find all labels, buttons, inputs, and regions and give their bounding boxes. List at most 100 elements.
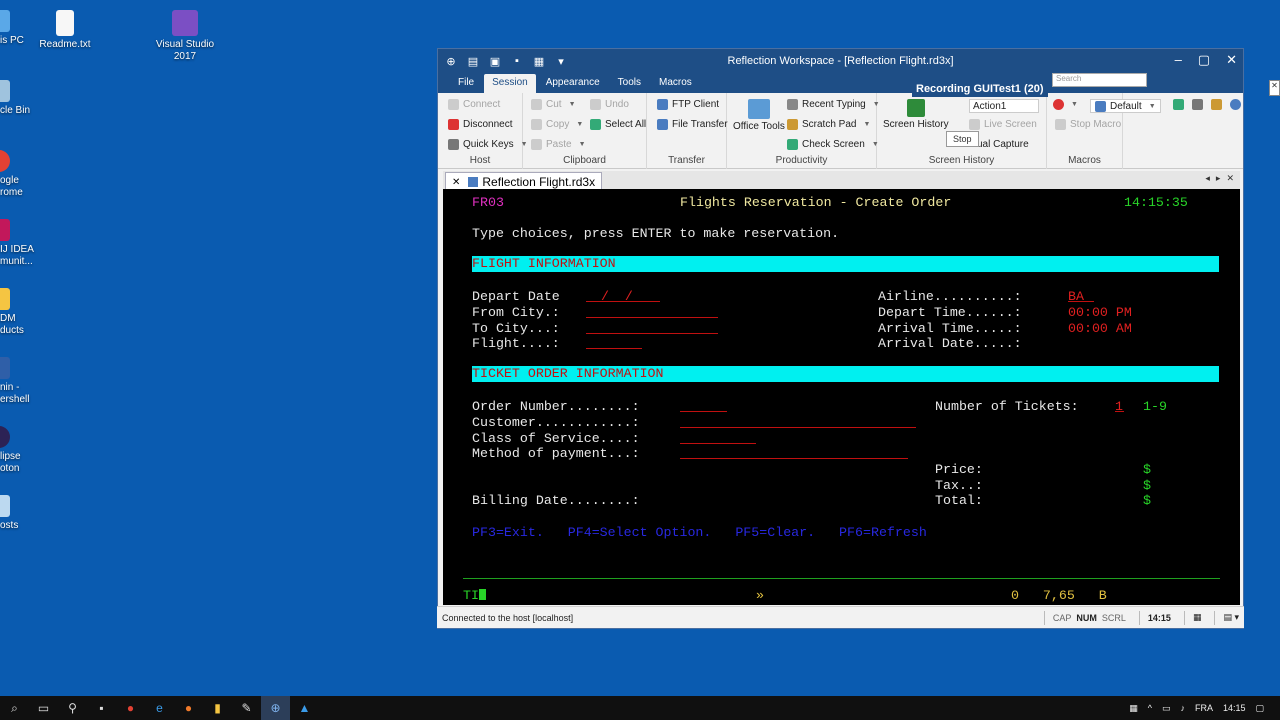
- disconnect-icon: [448, 119, 459, 130]
- search-input[interactable]: Search: [1052, 73, 1147, 87]
- macro-record-icon-button[interactable]: ▼: [1053, 99, 1078, 110]
- help-icon[interactable]: [1230, 99, 1241, 110]
- console-icon[interactable]: ▪: [87, 696, 116, 720]
- connect-button[interactable]: Connect: [448, 99, 500, 110]
- copy-button[interactable]: Copy ▼: [531, 119, 583, 130]
- file-explorer-icon[interactable]: ▮: [203, 696, 232, 720]
- network-search-icon[interactable]: ⚲: [58, 696, 87, 720]
- tray-volume-icon[interactable]: ♪: [1180, 703, 1185, 713]
- ribbon: Connect Disconnect Quick Keys ▼ Host Cut ▼…: [438, 93, 1243, 169]
- cut-button[interactable]: Cut ▼: [531, 99, 576, 110]
- desktop-icon-intellij[interactable]: IJ IDEA munit...: [0, 219, 38, 268]
- undo-button[interactable]: Undo: [590, 99, 629, 110]
- keyboard-map-icon[interactable]: ▦: [1193, 612, 1202, 623]
- customize-icon[interactable]: ▾: [554, 55, 568, 68]
- close-button[interactable]: ✕: [1226, 52, 1237, 68]
- scrl-indicator: SCRL: [1101, 612, 1126, 623]
- layout-icon[interactable]: ▤ ▾: [1223, 612, 1239, 623]
- order-number-field[interactable]: [680, 411, 727, 412]
- desktop-icon-readme[interactable]: Readme.txt: [30, 10, 100, 51]
- screen-history-button[interactable]: Screen History: [883, 99, 949, 130]
- default-dropdown[interactable]: Default ▼: [1090, 99, 1161, 113]
- maximize-button[interactable]: ▢: [1198, 52, 1210, 68]
- task-view-icon[interactable]: ▭: [29, 696, 58, 720]
- flight-field[interactable]: [586, 348, 642, 349]
- desktop-icon-hosts[interactable]: osts: [0, 495, 38, 532]
- stop-tooltip: Stop: [946, 131, 979, 147]
- tray-keyboard-icon[interactable]: ▦: [1129, 703, 1138, 714]
- stop-macro-button[interactable]: Stop Macro: [1055, 119, 1121, 130]
- instruction-text: Type choices, press ENTER to make reserv…: [472, 226, 840, 241]
- search-icon[interactable]: ⌕: [0, 696, 29, 720]
- keyboard-icon: [448, 139, 459, 150]
- file-transfer-button[interactable]: File Transfer: [657, 119, 728, 130]
- desktop-icon-recycle-bin[interactable]: cle Bin: [0, 80, 38, 117]
- notifications-icon[interactable]: ▢: [1255, 703, 1264, 714]
- flight-label: Flight....:: [472, 336, 560, 351]
- tab-tools[interactable]: Tools: [610, 74, 649, 93]
- manual-capture-button[interactable]: ual Capture: [977, 139, 1029, 150]
- quick-keys-button[interactable]: Quick Keys ▼: [448, 139, 528, 150]
- terminal-screen[interactable]: FR03 Flights Reservation - Create Order …: [443, 189, 1240, 605]
- tab-appearance[interactable]: Appearance: [538, 74, 608, 93]
- check-screen-button[interactable]: Check Screen ▼: [787, 139, 879, 150]
- scratch-pad-button[interactable]: Scratch Pad ▼: [787, 119, 870, 130]
- app-icon[interactable]: ⊕: [444, 55, 458, 68]
- tray-network-icon[interactable]: ▭: [1162, 703, 1171, 714]
- tool-icon[interactable]: ✎: [232, 696, 261, 720]
- oia-right: 0 7,65 B: [1011, 588, 1107, 603]
- tray-expand-icon[interactable]: ^: [1148, 703, 1152, 713]
- tab-prev-icon[interactable]: ◂: [1205, 173, 1210, 184]
- desktop-icon-visual-studio[interactable]: Visual Studio 2017: [150, 10, 220, 63]
- firefox-icon[interactable]: ●: [174, 696, 203, 720]
- recent-typing-button[interactable]: Recent Typing ▼: [787, 99, 880, 110]
- chrome-taskbar-icon[interactable]: ●: [116, 696, 145, 720]
- ribbon-tool-icon[interactable]: [1192, 99, 1203, 110]
- paste-button[interactable]: Paste ▼: [531, 139, 586, 150]
- payment-method-label: Method of payment...:: [472, 446, 640, 461]
- azure-icon[interactable]: ▲: [290, 696, 319, 720]
- document-icon: [0, 495, 10, 517]
- payment-method-field[interactable]: [680, 458, 908, 459]
- disconnect-button[interactable]: Disconnect: [448, 119, 512, 130]
- edge-icon[interactable]: e: [145, 696, 174, 720]
- desktop-icon-eclipse[interactable]: lipse oton: [0, 426, 38, 475]
- side-expand-icon[interactable]: ✕: [1269, 80, 1280, 96]
- select-all-button[interactable]: Select All: [590, 119, 646, 130]
- close-tab-icon[interactable]: ✕: [452, 177, 460, 188]
- group-clipboard: Cut ▼ Undo Copy ▼ Select All Paste ▼ Clipbo…: [523, 93, 647, 169]
- save-icon[interactable]: ▪: [510, 55, 524, 68]
- ftp-client-button[interactable]: FTP Client: [657, 99, 719, 110]
- green-check-icon[interactable]: [1173, 99, 1184, 110]
- tab-macros[interactable]: Macros: [651, 74, 700, 93]
- close-document-icon[interactable]: ✕: [1226, 173, 1234, 184]
- tab-next-icon[interactable]: ▸: [1216, 173, 1221, 184]
- oia-separator: [463, 578, 1220, 579]
- price-label: Price:: [935, 462, 983, 477]
- from-city-field[interactable]: [586, 317, 718, 318]
- action-dropdown[interactable]: Action1: [969, 99, 1039, 113]
- total-label: Total:: [935, 493, 983, 508]
- document-tab[interactable]: ✕ Reflection Flight.rd3x: [445, 172, 603, 189]
- open-icon[interactable]: ▣: [488, 55, 502, 68]
- scratch-pad-icon: [787, 119, 798, 130]
- to-city-field[interactable]: [586, 333, 718, 334]
- desktop-icon-chrome[interactable]: ogle rome: [0, 150, 38, 199]
- customer-field[interactable]: [680, 427, 916, 428]
- tab-session[interactable]: Session: [484, 74, 536, 93]
- desktop-icon-dm-products[interactable]: DM ducts: [0, 288, 38, 337]
- desktop-icon-powershell[interactable]: nin - ershell: [0, 357, 38, 406]
- title-bar: ⊕ ▤ ▣ ▪ ▦ ▾ Reflection Workspace - [Refl…: [438, 49, 1243, 73]
- screen-history-icon: [906, 99, 925, 117]
- minimize-button[interactable]: –: [1175, 52, 1182, 68]
- class-of-service-field[interactable]: [680, 443, 756, 444]
- tray-clock[interactable]: 14:15: [1223, 703, 1246, 713]
- new-doc-icon[interactable]: ▤: [466, 55, 480, 68]
- live-screen-button[interactable]: Live Screen: [969, 119, 1037, 130]
- reflection-taskbar-icon[interactable]: ⊕: [261, 696, 290, 720]
- office-tools-button[interactable]: Office Tools: [733, 99, 785, 132]
- print-icon[interactable]: ▦: [532, 55, 546, 68]
- tab-file[interactable]: File: [450, 74, 482, 93]
- ribbon-settings-icon[interactable]: [1211, 99, 1222, 110]
- tray-lang[interactable]: FRA: [1195, 703, 1213, 713]
